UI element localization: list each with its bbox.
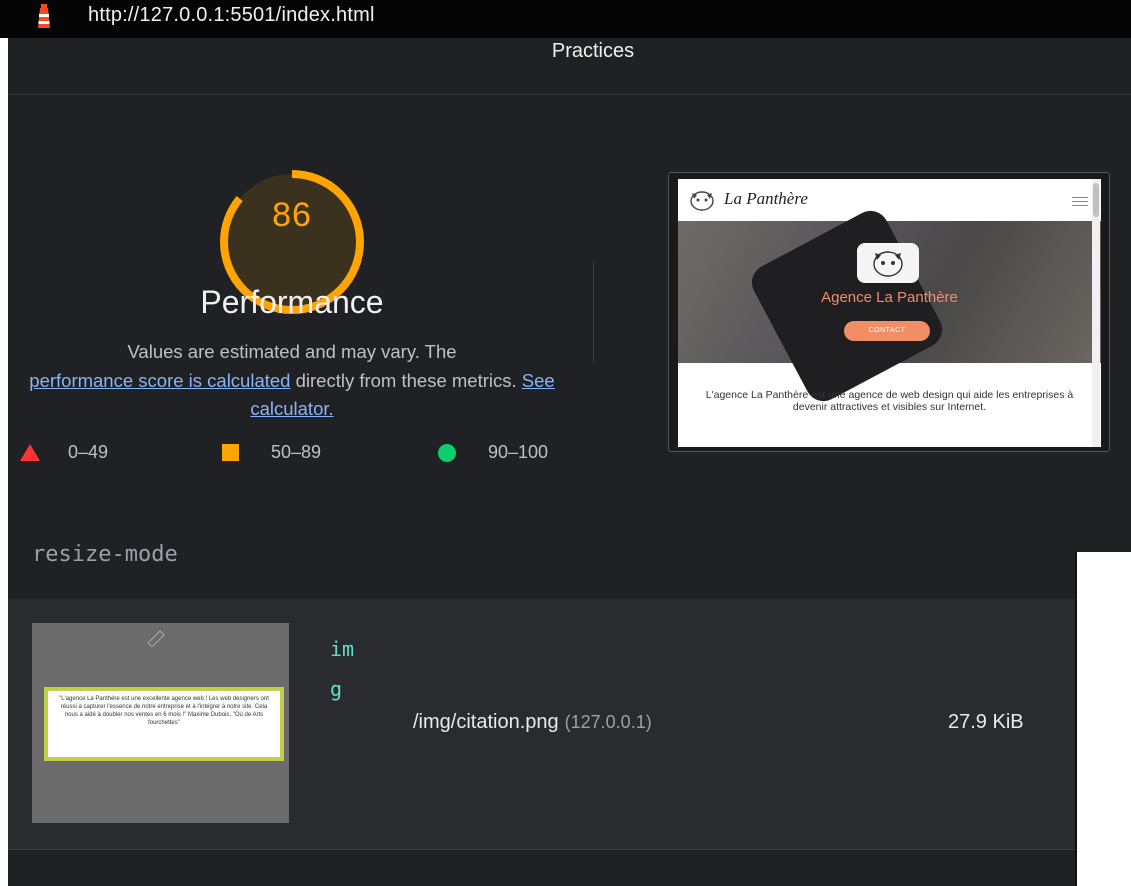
legend-label: 50–89	[271, 442, 322, 462]
panther-badge-icon	[857, 243, 919, 283]
pencil-icon	[147, 630, 165, 647]
divider	[593, 262, 594, 362]
legend-pass: 90–100	[438, 442, 548, 463]
legend-label: 0–49	[68, 442, 109, 462]
square-icon	[222, 444, 239, 461]
legend-label: 90–100	[488, 442, 549, 462]
table-row[interactable]: "L'agence La Panthère est une excellente…	[8, 599, 1075, 850]
score-legend: 0–49 50–89 90–100	[20, 442, 580, 466]
legend-average: 50–89	[222, 442, 321, 463]
hamburger-menu-icon	[1072, 197, 1088, 209]
category-tab-practices[interactable]: Practices	[8, 40, 1131, 63]
audit-details: resize-mode "L'agence La Panthère est un…	[8, 542, 1075, 886]
scrollbar-thumb	[1093, 183, 1099, 217]
panther-logo-icon	[690, 191, 714, 211]
resource-type: img	[330, 637, 355, 701]
desc-prefix: Values are estimated and may vary. The	[127, 341, 457, 362]
url-text[interactable]: http://127.0.0.1:5501/index.html	[88, 4, 375, 27]
score-description: Values are estimated and may vary. The p…	[12, 338, 572, 424]
resource-host: (127.0.0.1)	[564, 712, 652, 732]
window-edge	[1075, 552, 1077, 886]
category-tab-bar: Practices	[8, 38, 1131, 95]
url-bar: http://127.0.0.1:5501/index.html	[0, 0, 1131, 38]
triangle-icon	[20, 444, 40, 461]
site-hero: Agence La Panthère CONTACT	[678, 204, 1101, 408]
phone-image	[745, 204, 949, 408]
site-brand: La Panthère	[724, 189, 808, 208]
report-panel: Practices 86 Performance Values are esti…	[8, 38, 1131, 552]
final-screenshot[interactable]: La Panthère Agence La Panthère CONTACT L…	[668, 172, 1110, 452]
resource-size: 27.9 KiB	[948, 711, 1024, 733]
desc-middle: directly from these metrics.	[295, 369, 517, 391]
screenshot-scrollbar	[1092, 179, 1100, 447]
code-label: resize-mode	[32, 542, 178, 567]
score-value: 86	[272, 196, 312, 234]
lighthouse-icon	[38, 4, 50, 28]
hero-title: Agence La Panthère	[821, 289, 958, 306]
legend-fail: 0–49	[20, 442, 108, 463]
screenshot-page: La Panthère Agence La Panthère CONTACT L…	[678, 179, 1101, 447]
site-intro-text: L'agence La Panthère est une agence de w…	[705, 389, 1074, 413]
contact-button: CONTACT	[844, 321, 930, 341]
score-calc-link[interactable]: performance score is calculated	[29, 370, 290, 391]
resource-thumbnail: "L'agence La Panthère est une excellente…	[32, 623, 289, 823]
quote-text: "L'agence La Panthère est une excellente…	[59, 696, 269, 726]
site-navbar: La Panthère	[678, 179, 1101, 221]
resource-url[interactable]: /img/citation.png (127.0.0.1)	[413, 711, 652, 734]
category-title: Performance	[200, 284, 384, 320]
quote-box: "L'agence La Panthère est une excellente…	[44, 687, 284, 761]
resource-path: /img/citation.png	[413, 711, 559, 733]
circle-icon	[438, 443, 456, 462]
